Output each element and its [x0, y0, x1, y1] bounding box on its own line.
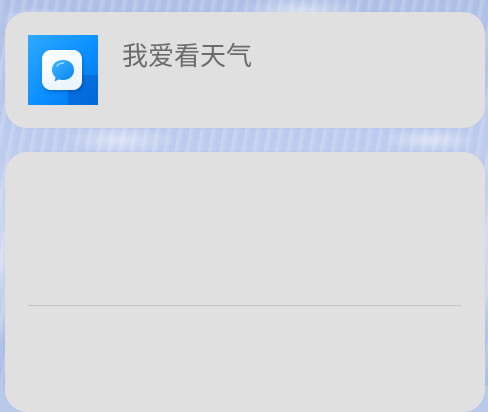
weather-app-icon[interactable]: [28, 35, 98, 105]
divider: [28, 305, 461, 306]
chat-bubble-icon: [52, 60, 74, 82]
app-name: 我爱看天气: [122, 42, 253, 72]
widget-card[interactable]: [5, 152, 485, 412]
app-card[interactable]: 我爱看天气: [5, 12, 485, 128]
